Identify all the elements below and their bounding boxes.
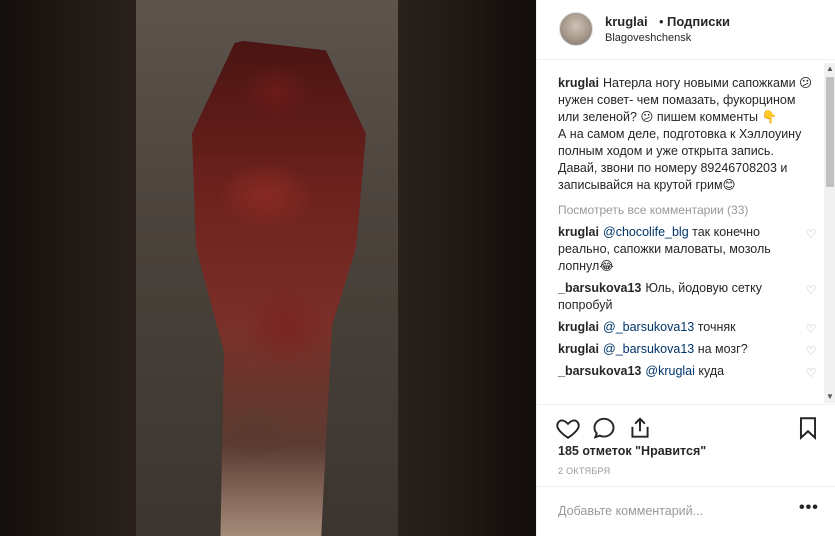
- comments-scrollbar[interactable]: ▲ ▼: [824, 63, 835, 403]
- small-heart-icon[interactable]: ♡: [804, 284, 818, 296]
- comment-item: kruglai @chocolife_blg так конечно реальн…: [558, 224, 818, 275]
- comments-list[interactable]: kruglai Натерла ногу новыми сапожками 😕 н…: [537, 61, 824, 404]
- post-date[interactable]: 2 ОКТЯБРЯ: [558, 466, 610, 476]
- small-heart-icon[interactable]: ♡: [804, 345, 818, 357]
- header-username[interactable]: kruglai: [605, 14, 648, 29]
- comment-username[interactable]: _barsukova13: [558, 281, 641, 295]
- caption-text: А на самом деле, подготовка к Хэллоуину …: [558, 127, 802, 158]
- comment-username[interactable]: kruglai: [558, 342, 599, 356]
- heart-icon[interactable]: [555, 415, 581, 441]
- comment-item: _barsukova13 Юль, йодовую сетку попробуй …: [558, 280, 818, 314]
- scroll-up-arrow-icon[interactable]: ▲: [824, 63, 835, 75]
- post-header: kruglai • Подписки Blagoveshchensk: [537, 0, 835, 60]
- view-all-comments-link[interactable]: Посмотреть все комментарии (33): [558, 202, 818, 219]
- scroll-down-arrow-icon[interactable]: ▼: [824, 391, 835, 403]
- post-caption: kruglai Натерла ногу новыми сапожками 😕 н…: [558, 75, 818, 194]
- more-options-icon[interactable]: •••: [799, 499, 819, 517]
- comment-username[interactable]: _barsukova13: [558, 364, 641, 378]
- comment-text: на мозг?: [694, 342, 748, 356]
- bookmark-icon[interactable]: [795, 415, 821, 441]
- comment-icon[interactable]: [591, 415, 617, 441]
- caption-text: Давай, звони по номеру 89246708203 и зап…: [558, 161, 788, 192]
- small-heart-icon[interactable]: ♡: [804, 228, 818, 240]
- comment-text: куда: [694, 364, 725, 378]
- comment-mention[interactable]: @_barsukova13: [603, 320, 694, 334]
- caption-username[interactable]: kruglai: [558, 76, 599, 90]
- add-comment-bar: •••: [537, 486, 835, 536]
- comment-mention[interactable]: @_barsukova13: [603, 342, 694, 356]
- follow-button[interactable]: Подписки: [667, 14, 730, 29]
- comment-item: kruglai @_barsukova13 на мозг? ♡: [558, 341, 818, 358]
- leg-makeup-image: [192, 40, 366, 536]
- comment-username[interactable]: kruglai: [558, 225, 599, 239]
- comment-item: kruglai @_barsukova13 точняк ♡: [558, 319, 818, 336]
- comment-username[interactable]: kruglai: [558, 320, 599, 334]
- comment-text: точняк: [694, 320, 736, 334]
- comment-mention[interactable]: @kruglai: [645, 364, 695, 378]
- small-heart-icon[interactable]: ♡: [804, 367, 818, 379]
- post-photo-area: [0, 0, 536, 536]
- likes-count[interactable]: 185 отметок "Нравится": [558, 444, 706, 458]
- photo-background: [398, 0, 536, 536]
- small-heart-icon[interactable]: ♡: [804, 323, 818, 335]
- scrollbar-thumb[interactable]: [826, 77, 834, 187]
- add-comment-input[interactable]: [558, 501, 778, 521]
- post-photo[interactable]: [136, 0, 398, 536]
- share-icon[interactable]: [627, 415, 653, 441]
- post-side-panel: kruglai • Подписки Blagoveshchensk krugl…: [536, 0, 835, 536]
- comment-mention[interactable]: @chocolife_blg: [603, 225, 689, 239]
- comment-item: _barsukova13 @kruglai куда ♡: [558, 363, 818, 380]
- location-link[interactable]: Blagoveshchensk: [605, 32, 691, 44]
- photo-background: [0, 0, 136, 536]
- avatar[interactable]: [559, 12, 593, 46]
- header-separator: •: [659, 14, 664, 29]
